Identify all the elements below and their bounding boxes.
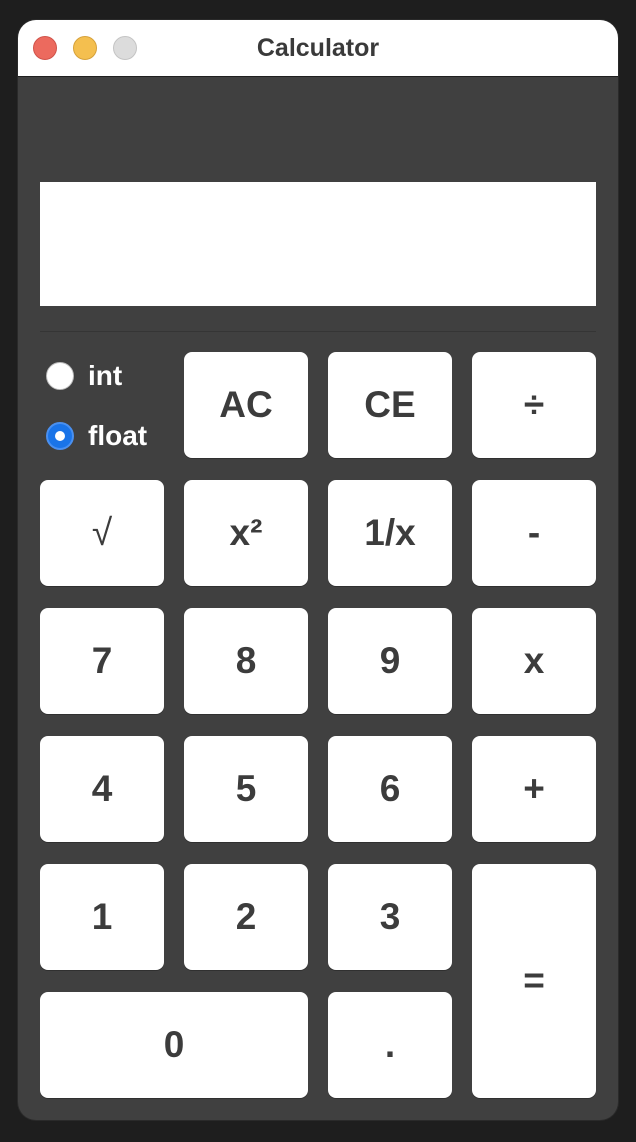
decimal-point-button[interactable]: .: [328, 992, 452, 1098]
square-root-button[interactable]: √: [40, 480, 164, 586]
digit-4-button[interactable]: 4: [40, 736, 164, 842]
divide-button[interactable]: ÷: [472, 352, 596, 458]
digit-5-button[interactable]: 5: [184, 736, 308, 842]
digit-7-button[interactable]: 7: [40, 608, 164, 714]
separator: [40, 331, 596, 332]
clear-entry-button[interactable]: CE: [328, 352, 452, 458]
calculator-window: Calculator int float AC CE ÷ √ x² 1/x - …: [18, 20, 618, 1120]
digit-1-button[interactable]: 1: [40, 864, 164, 970]
digit-9-button[interactable]: 9: [328, 608, 452, 714]
reciprocal-button[interactable]: 1/x: [328, 480, 452, 586]
digit-3-button[interactable]: 3: [328, 864, 452, 970]
mode-option-float[interactable]: float: [46, 419, 147, 453]
square-button[interactable]: x²: [184, 480, 308, 586]
window-title: Calculator: [256, 34, 380, 62]
equals-button[interactable]: =: [472, 864, 596, 1098]
digit-2-button[interactable]: 2: [184, 864, 308, 970]
subtract-button[interactable]: -: [472, 480, 596, 586]
add-button[interactable]: +: [472, 736, 596, 842]
float-label: float: [88, 420, 148, 451]
digit-0-button[interactable]: 0: [40, 992, 308, 1098]
all-clear-button[interactable]: AC: [184, 352, 308, 458]
int-radio[interactable]: [46, 362, 74, 390]
float-radio[interactable]: [46, 422, 74, 450]
result-display: [40, 182, 596, 306]
mode-option-int[interactable]: int: [46, 359, 122, 393]
digit-6-button[interactable]: 6: [328, 736, 452, 842]
title-bar: Calculator: [18, 20, 618, 77]
multiply-button[interactable]: x: [472, 608, 596, 714]
digit-8-button[interactable]: 8: [184, 608, 308, 714]
int-label: int: [88, 360, 123, 391]
